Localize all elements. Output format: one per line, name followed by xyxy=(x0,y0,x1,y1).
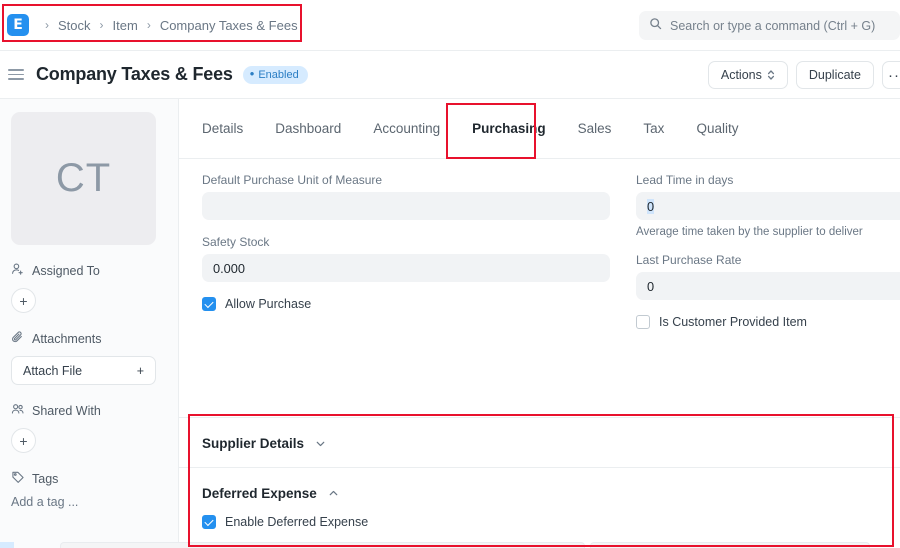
field-last-purchase-rate: Last Purchase Rate 0 xyxy=(636,253,900,300)
breadcrumb-separator: › xyxy=(45,18,49,32)
tags-label-row: Tags xyxy=(11,470,167,487)
sidebar-toggle-icon[interactable] xyxy=(8,69,24,80)
top-navbar: E › Stock › Item › Company Taxes & Fees … xyxy=(0,0,900,51)
erpnext-item-page: E › Stock › Item › Company Taxes & Fees … xyxy=(0,0,900,548)
allow-purchase-row[interactable]: Allow Purchase xyxy=(202,297,610,311)
lead-time-value: 0 xyxy=(647,198,655,214)
breadcrumb: › Stock › Item › Company Taxes & Fees xyxy=(45,18,298,33)
deferred-expense-section-header[interactable]: Deferred Expense xyxy=(179,468,900,501)
attachments-section: Attachments Attach File + xyxy=(11,330,167,385)
bottom-peek-accent xyxy=(0,542,14,548)
is-customer-provided-label: Is Customer Provided Item xyxy=(659,315,807,329)
status-badge: • Enabled xyxy=(242,65,308,84)
chevron-up-icon[interactable] xyxy=(327,487,340,500)
bottom-peek-panel-left xyxy=(60,542,585,548)
add-assignment-button[interactable]: + xyxy=(11,288,36,313)
deferred-expense-title: Deferred Expense xyxy=(202,486,317,501)
form-content: Details Dashboard Accounting Purchasing … xyxy=(179,99,900,548)
shared-with-section: Shared With + xyxy=(11,402,167,453)
purchasing-left-column: Default Purchase Unit of Measure Safety … xyxy=(202,173,610,311)
supplier-details-section-header[interactable]: Supplier Details xyxy=(179,418,900,451)
is-customer-provided-checkbox[interactable] xyxy=(636,315,650,329)
breadcrumb-item-item[interactable]: Item xyxy=(113,18,138,33)
page-header: Company Taxes & Fees • Enabled Actions D… xyxy=(0,51,900,99)
actions-button-label: Actions xyxy=(720,68,762,82)
is-customer-provided-row[interactable]: Is Customer Provided Item xyxy=(636,315,900,329)
tab-sales[interactable]: Sales xyxy=(562,99,628,158)
attach-file-label: Attach File xyxy=(23,363,83,378)
breadcrumb-item-current[interactable]: Company Taxes & Fees xyxy=(160,18,298,33)
assigned-to-label-row: Assigned To xyxy=(11,262,167,279)
bottom-peek-panel-right xyxy=(590,542,870,548)
assigned-to-section: Assigned To + xyxy=(11,262,167,313)
form-sidebar: CT Assigned To + Attachments Attach File… xyxy=(0,99,179,548)
enable-deferred-expense-checkbox[interactable] xyxy=(202,515,216,529)
shared-with-label-row: Shared With xyxy=(11,402,167,419)
chevron-updown-icon xyxy=(767,69,775,81)
safety-stock-label: Safety Stock xyxy=(202,235,270,249)
search-icon xyxy=(649,17,662,35)
tab-purchasing[interactable]: Purchasing xyxy=(456,99,562,158)
shared-with-label: Shared With xyxy=(32,403,101,418)
last-purchase-rate-label: Last Purchase Rate xyxy=(636,253,742,267)
avatar[interactable]: CT xyxy=(11,112,156,245)
allow-purchase-label: Allow Purchase xyxy=(225,297,312,311)
duplicate-button[interactable]: Duplicate xyxy=(795,61,874,89)
tab-details[interactable]: Details xyxy=(202,99,259,158)
actions-button[interactable]: Actions xyxy=(707,61,788,89)
header-actions: Actions Duplicate ··· xyxy=(707,61,900,89)
brand-logo-icon[interactable]: E xyxy=(7,14,29,36)
plus-icon: + xyxy=(136,363,144,378)
tags-section: Tags Add a tag ... xyxy=(11,470,167,510)
tag-icon xyxy=(11,470,25,487)
last-purchase-rate-input[interactable]: 0 xyxy=(636,272,900,300)
field-lead-time: Lead Time in days 0 Average time taken b… xyxy=(636,173,900,238)
form-tabs: Details Dashboard Accounting Purchasing … xyxy=(179,99,900,159)
safety-stock-input[interactable]: 0.000 xyxy=(202,254,610,282)
attachments-label: Attachments xyxy=(32,331,102,346)
global-search-input[interactable]: Search or type a command (Ctrl + G) xyxy=(639,11,900,40)
add-tag-input[interactable]: Add a tag ... xyxy=(11,495,167,509)
add-share-button[interactable]: + xyxy=(11,428,36,453)
user-plus-icon xyxy=(11,262,25,279)
allow-purchase-checkbox[interactable] xyxy=(202,297,216,311)
attach-file-button[interactable]: Attach File + xyxy=(11,356,156,385)
purchasing-form: Default Purchase Unit of Measure Safety … xyxy=(179,159,900,417)
lead-time-input[interactable]: 0 xyxy=(636,192,900,220)
tab-tax[interactable]: Tax xyxy=(627,99,680,158)
tags-label: Tags xyxy=(32,471,59,486)
paperclip-icon xyxy=(11,330,25,347)
default-uom-input[interactable] xyxy=(202,192,610,220)
tab-accounting[interactable]: Accounting xyxy=(357,99,456,158)
breadcrumb-separator: › xyxy=(99,18,104,32)
lead-time-help-text: Average time taken by the supplier to de… xyxy=(636,226,863,238)
chevron-down-icon[interactable] xyxy=(314,437,327,450)
purchasing-right-column: Lead Time in days 0 Average time taken b… xyxy=(636,173,900,329)
field-default-purchase-uom: Default Purchase Unit of Measure xyxy=(202,173,610,220)
breadcrumb-item-stock[interactable]: Stock xyxy=(58,18,91,33)
more-options-icon: ··· xyxy=(888,66,900,84)
bottom-peek-strip xyxy=(0,542,900,548)
lead-time-label: Lead Time in days xyxy=(636,173,734,187)
page-title: Company Taxes & Fees xyxy=(36,64,233,84)
status-badge-label: Enabled xyxy=(258,68,299,81)
duplicate-button-label: Duplicate xyxy=(808,68,861,82)
tab-quality[interactable]: Quality xyxy=(680,99,754,158)
tab-dashboard[interactable]: Dashboard xyxy=(259,99,357,158)
enable-deferred-expense-row[interactable]: Enable Deferred Expense xyxy=(179,515,900,529)
enable-deferred-expense-label: Enable Deferred Expense xyxy=(225,515,369,529)
default-uom-label: Default Purchase Unit of Measure xyxy=(202,173,383,187)
supplier-details-title: Supplier Details xyxy=(202,436,305,451)
search-placeholder: Search or type a command (Ctrl + G) xyxy=(670,18,876,33)
breadcrumb-separator: › xyxy=(146,18,151,32)
users-icon xyxy=(11,402,25,419)
more-options-button[interactable]: ··· xyxy=(882,61,900,89)
assigned-to-label: Assigned To xyxy=(32,263,100,278)
field-safety-stock: Safety Stock 0.000 xyxy=(202,235,610,282)
attachments-label-row: Attachments xyxy=(11,330,167,347)
